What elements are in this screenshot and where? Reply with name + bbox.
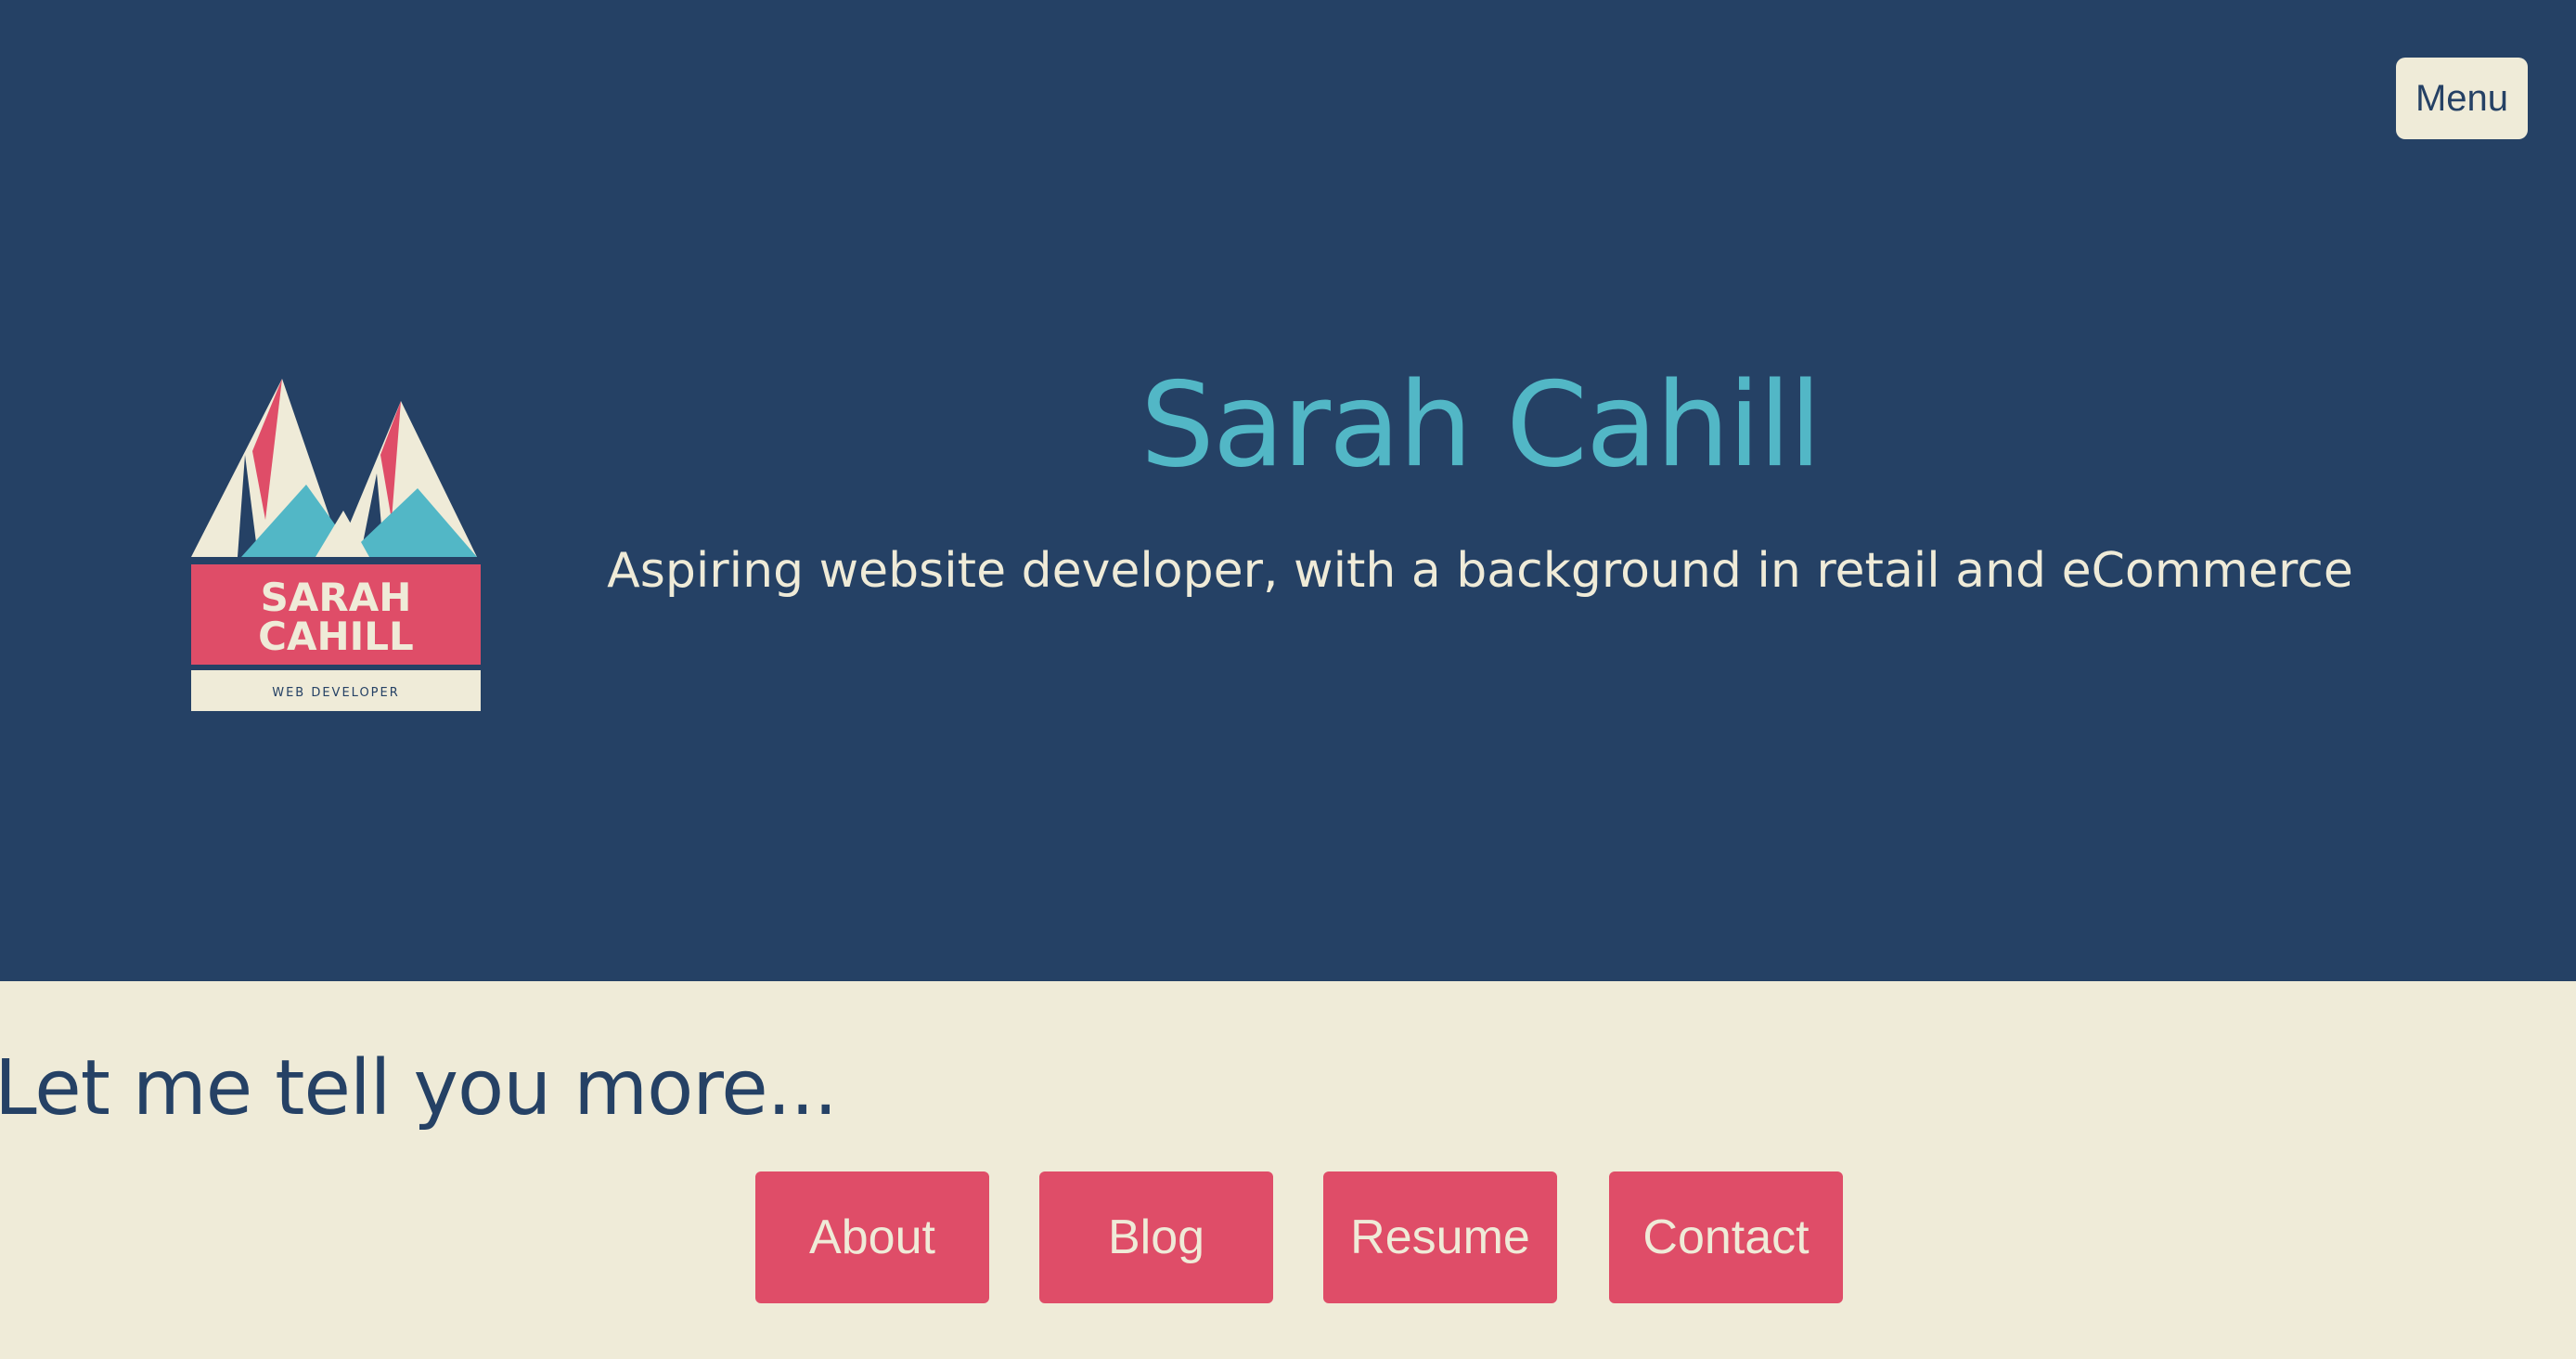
contact-button[interactable]: Contact	[1609, 1171, 1843, 1303]
hero-section: Menu SARAH CAHILL WEB DEVELOPER Sarah Ca…	[0, 0, 2576, 981]
site-logo[interactable]: SARAH CAHILL WEB DEVELOPER	[186, 371, 484, 715]
resume-button[interactable]: Resume	[1323, 1171, 1557, 1303]
logo-subtitle: WEB DEVELOPER	[272, 686, 400, 700]
about-button[interactable]: About	[755, 1171, 989, 1303]
section-nav: About Blog Resume Contact	[0, 1171, 2576, 1303]
blog-button[interactable]: Blog	[1039, 1171, 1273, 1303]
logo-name-line2: CAHILL	[258, 614, 414, 659]
site-tagline: Aspiring website developer, with a backg…	[607, 543, 2353, 599]
more-heading: Let me tell you more...	[0, 1044, 838, 1132]
menu-button[interactable]: Menu	[2396, 58, 2528, 139]
site-title: Sarah Cahill	[1140, 356, 1822, 493]
